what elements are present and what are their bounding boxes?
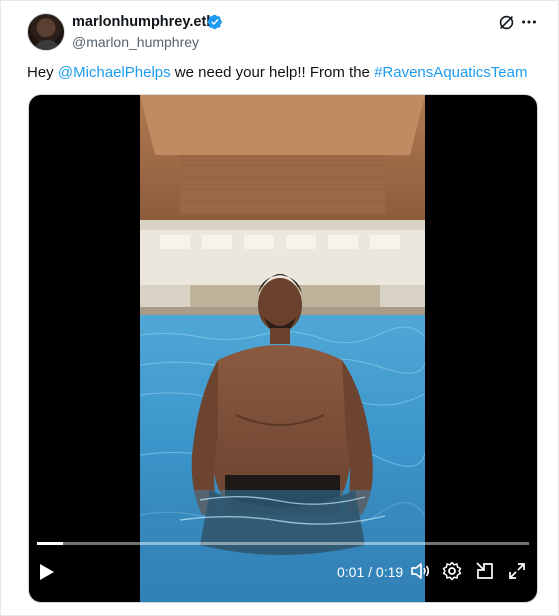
mention-link[interactable]: @MichaelPhelps [58,64,171,81]
video-time: 0:01 / 0:19 [337,564,403,580]
avatar-shirt [34,40,60,50]
video-frame [140,95,425,602]
video-progress-bar[interactable] [37,542,529,545]
video-progress-fill [37,542,64,545]
volume-icon[interactable] [410,561,430,581]
tweet-text-middle: we need your help!! From the [170,64,375,81]
hashtag-link[interactable]: #RavensAquaticsTeam [374,64,527,81]
picture-in-picture-icon[interactable] [475,561,495,581]
play-icon[interactable] [39,563,55,581]
video-current-time: 0:01 [337,564,365,580]
verified-badge-icon [207,14,222,30]
fullscreen-icon[interactable] [507,561,527,581]
tweet-text-start: Hey [27,64,58,81]
author-avatar[interactable] [27,13,65,51]
video-player[interactable]: 0:01 / 0:19 [28,94,538,603]
more-icon[interactable] [520,13,538,31]
video-duration: 0:19 [375,564,404,580]
tweet-text: Hey @MichaelPhelps we need your help!! F… [27,64,527,81]
settings-icon[interactable] [442,561,462,581]
video-time-separator: / [364,564,376,580]
author-display-name[interactable]: marlonhumphrey.eth [72,14,215,30]
author-handle[interactable]: @marlon_humphrey [72,34,199,50]
tweet-card[interactable]: marlonhumphrey.eth @marlon_humphrey Hey … [0,0,559,616]
grok-icon[interactable] [498,14,515,31]
video-controls: 0:01 / 0:19 [29,542,537,602]
